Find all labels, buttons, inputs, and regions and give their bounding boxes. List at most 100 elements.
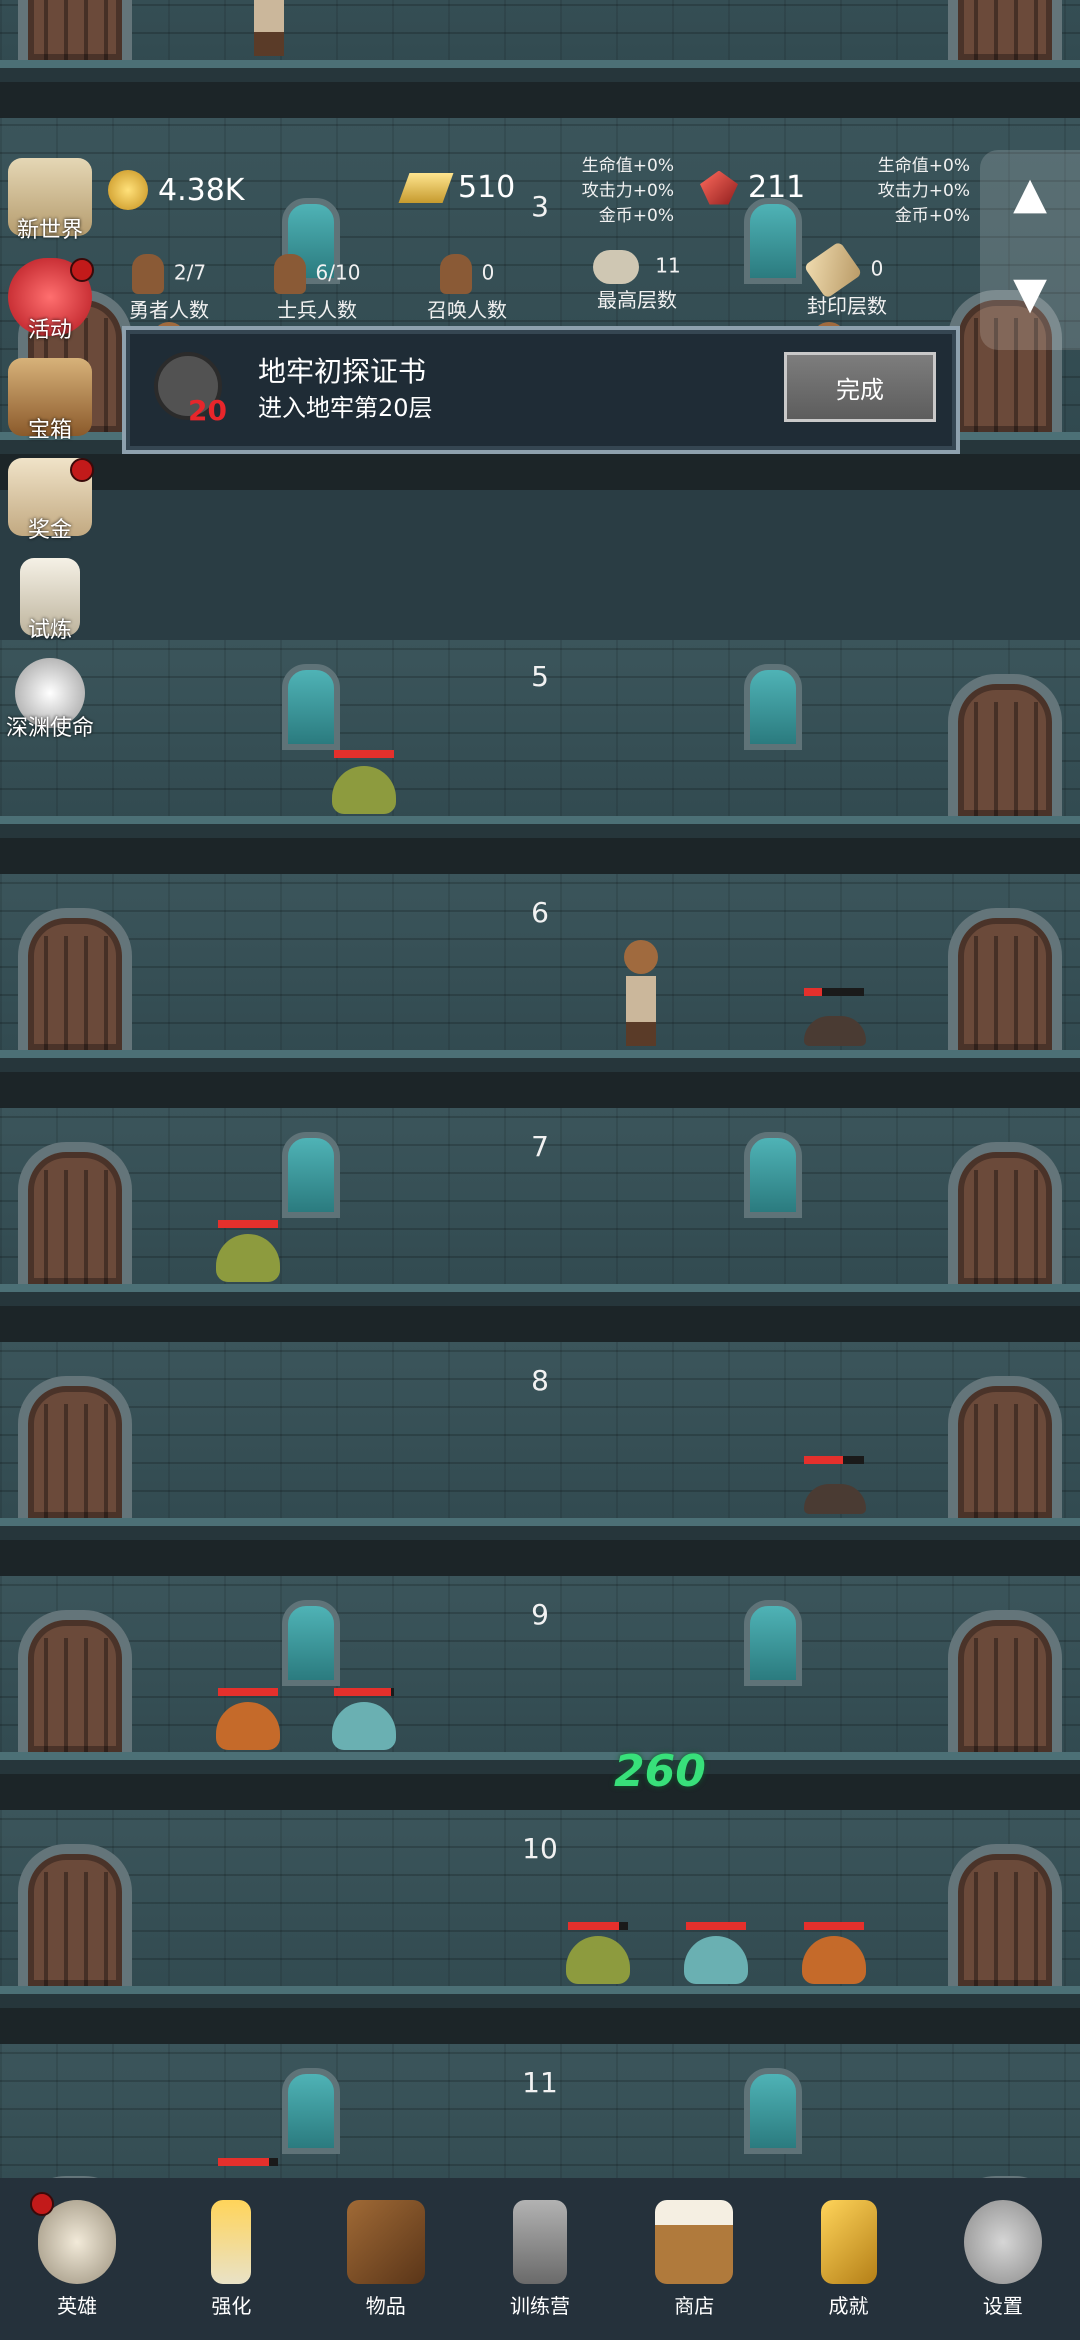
- scroll-down-icon[interactable]: ▼: [980, 268, 1080, 319]
- nav-achievements[interactable]: 成就: [771, 2178, 925, 2340]
- slime-enemy[interactable]: [216, 1702, 280, 1750]
- quest-badge-number: 20: [188, 394, 227, 427]
- bottom-nav: 英雄 强化 物品 训练营 商店 成就 设置: [0, 2178, 1080, 2340]
- window: [282, 1132, 340, 1218]
- window: [744, 1132, 802, 1218]
- spider-enemy[interactable]: [804, 1016, 866, 1046]
- notification-dot: [30, 2192, 54, 2216]
- nav-upgrade[interactable]: 强化: [154, 2178, 308, 2340]
- stat-sealed: 0 封印层数: [774, 240, 920, 319]
- side-label: 试炼: [27, 618, 72, 643]
- nav-label: 成就: [828, 2294, 869, 2318]
- door-left: [18, 908, 132, 1050]
- enemy-hp-bar: [568, 1922, 628, 1930]
- key-icon: [820, 2200, 877, 2284]
- slime-enemy[interactable]: [802, 1936, 866, 1984]
- door-left: [18, 1610, 132, 1752]
- side-label: 活动: [27, 318, 72, 343]
- nav-items[interactable]: 物品: [309, 2178, 463, 2340]
- bonus-list-right: 生命值+0% 攻击力+0% 金币+0%: [836, 154, 970, 229]
- door-right: [948, 1610, 1062, 1752]
- stat-heroes: 2/7 勇者人数: [104, 254, 234, 323]
- bonus-hp: 生命值+0%: [877, 156, 970, 176]
- floor-9: 9: [0, 1576, 1080, 1810]
- slime-enemy[interactable]: [216, 1234, 280, 1282]
- quest-description: 进入地牢第20层: [258, 394, 433, 422]
- floor-scroll-panel: ▲ ▼: [980, 150, 1080, 350]
- window: [282, 664, 340, 750]
- beer-mug-icon: [655, 2200, 734, 2284]
- hero-avatar-icon: [131, 254, 164, 294]
- gold-bar-icon: [398, 172, 454, 203]
- floor-number: 6: [531, 896, 549, 929]
- stat-summons: 0 召唤人数: [402, 254, 532, 323]
- side-new-world[interactable]: 新世界: [0, 158, 100, 244]
- nav-label: 训练营: [509, 2294, 570, 2318]
- bonus-gold: 金币+0%: [598, 206, 674, 226]
- notification-dot: [70, 258, 94, 282]
- stat-label: 封印层数: [807, 294, 887, 318]
- bar-counter: 510: [398, 170, 515, 205]
- floor-number: 10: [522, 1832, 558, 1865]
- spider-enemy[interactable]: [804, 1484, 866, 1514]
- nav-shop[interactable]: 商店: [617, 2178, 771, 2340]
- notification-dot: [70, 458, 94, 482]
- slime-enemy[interactable]: [566, 1936, 630, 1984]
- stat-value: 11: [655, 253, 681, 278]
- side-trial[interactable]: 试炼: [0, 558, 100, 644]
- stat-value: 6/10: [315, 260, 361, 285]
- quest-title: 地牢初探证书: [258, 355, 427, 388]
- floor-ledge: [0, 1050, 1080, 1108]
- floor-7: 7: [0, 1108, 1080, 1342]
- door-left: [18, 1376, 132, 1518]
- enemy-hp-bar: [218, 1220, 278, 1228]
- door-right: [948, 674, 1062, 816]
- complete-button[interactable]: 完成: [784, 352, 936, 422]
- nav-label: 物品: [365, 2294, 406, 2318]
- bonus-atk: 攻击力+0%: [877, 181, 970, 201]
- slime-enemy[interactable]: [684, 1936, 748, 1984]
- rock-icon: [593, 250, 640, 284]
- bonus-atk: 攻击力+0%: [581, 181, 674, 201]
- summon-avatar-icon: [439, 254, 472, 294]
- window: [744, 664, 802, 750]
- quest-banner: 20 地牢初探证书 进入地牢第20层 完成: [122, 326, 960, 454]
- window: [744, 2068, 802, 2154]
- stat-soldiers: 6/10 士兵人数: [252, 254, 382, 323]
- nav-heroes[interactable]: 英雄: [0, 2178, 154, 2340]
- book-icon: [346, 2200, 425, 2284]
- candle-icon: [211, 2200, 252, 2284]
- door-right: [948, 1844, 1062, 1986]
- stat-label: 勇者人数: [129, 298, 209, 322]
- gem-counter: 211: [700, 170, 805, 205]
- nav-settings[interactable]: 设置: [926, 2178, 1080, 2340]
- side-abyss-mission[interactable]: 深渊使命: [0, 658, 100, 742]
- soldier-avatar-icon: [273, 254, 306, 294]
- floor-8: 8: [0, 1342, 1080, 1576]
- floor-2: [0, 0, 1080, 118]
- enemy-hp-bar: [804, 1922, 864, 1930]
- slime-enemy[interactable]: [332, 1702, 396, 1750]
- bonus-hp: 生命值+0%: [581, 156, 674, 176]
- window: [744, 1600, 802, 1686]
- enemy-hp-bar: [334, 750, 394, 758]
- door-right: [948, 1142, 1062, 1284]
- side-label: 新世界: [16, 218, 83, 243]
- nav-training[interactable]: 训练营: [463, 2178, 617, 2340]
- door-left: [18, 0, 132, 60]
- floor-number: 11: [522, 2066, 558, 2099]
- side-bonus[interactable]: 奖金: [0, 458, 100, 544]
- side-chest[interactable]: 宝箱: [0, 358, 100, 444]
- nav-label: 设置: [982, 2294, 1023, 2318]
- window: [282, 2068, 340, 2154]
- enemy-hp-bar: [804, 988, 864, 996]
- floor-ledge: [0, 1986, 1080, 2044]
- coin-icon: [108, 170, 148, 210]
- side-event[interactable]: 活动: [0, 258, 100, 344]
- slime-enemy[interactable]: [332, 766, 396, 814]
- floor-number: 5: [531, 660, 549, 693]
- stat-value: 2/7: [173, 260, 207, 285]
- floor-10: 10: [0, 1810, 1080, 2044]
- scroll-up-icon[interactable]: ▲: [980, 168, 1080, 219]
- door-left: [18, 1844, 132, 1986]
